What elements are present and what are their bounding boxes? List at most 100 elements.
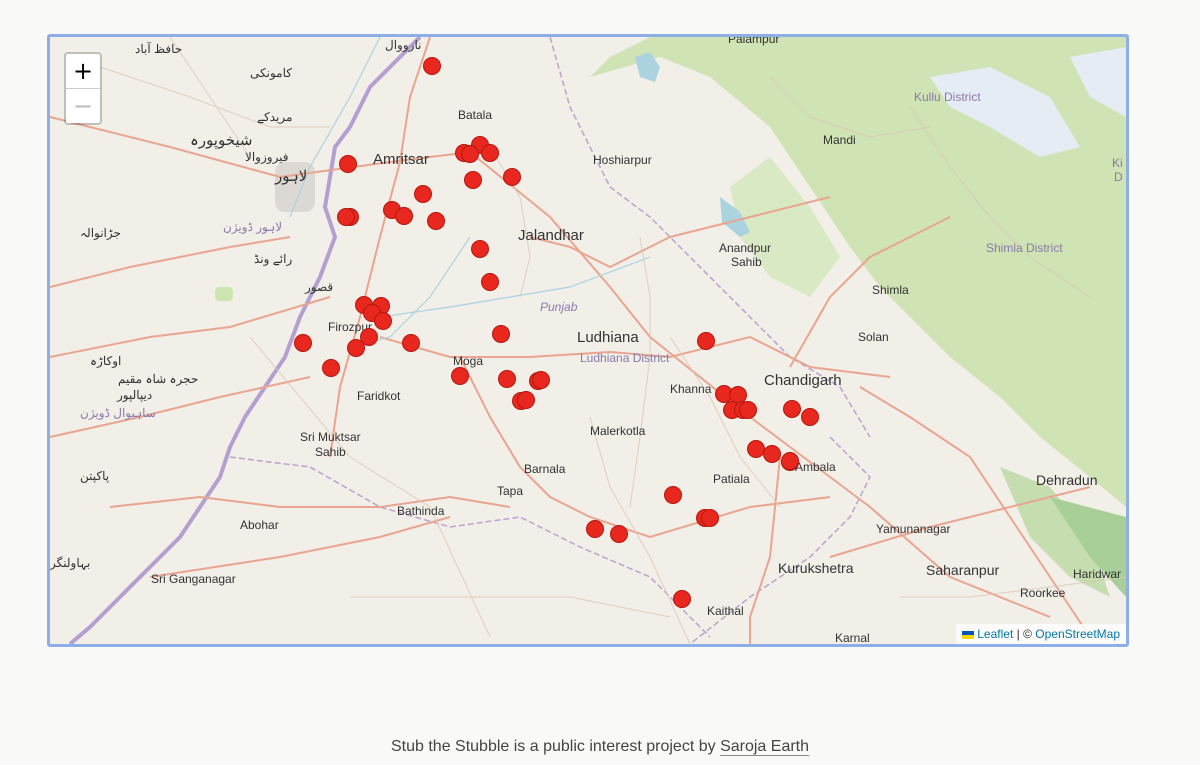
zoom-out-button[interactable]: − bbox=[66, 88, 100, 123]
label-sahiwal-division: ساہیوال ڈویژن bbox=[80, 406, 156, 420]
label-anandpur-sahib: Sahib bbox=[731, 255, 762, 269]
fire-marker[interactable] bbox=[339, 155, 357, 173]
fire-marker[interactable] bbox=[337, 208, 355, 226]
label-moga: Moga bbox=[453, 354, 483, 368]
label-jaranwala: جڑانوالہ bbox=[80, 226, 121, 240]
fire-marker[interactable] bbox=[402, 334, 420, 352]
fire-marker[interactable] bbox=[347, 339, 365, 357]
label-khanna: Khanna bbox=[670, 382, 712, 396]
fire-marker[interactable] bbox=[664, 486, 682, 504]
fire-marker[interactable] bbox=[414, 185, 432, 203]
label-dehradun: Dehradun bbox=[1036, 472, 1098, 488]
fire-marker[interactable] bbox=[701, 509, 719, 527]
fire-marker[interactable] bbox=[427, 212, 445, 230]
fire-marker[interactable] bbox=[461, 145, 479, 163]
basemap[interactable]: Amritsar Jalandhar Ludhiana Ludhiana Dis… bbox=[50, 37, 1126, 644]
label-d: D bbox=[1114, 170, 1123, 184]
fire-marker[interactable] bbox=[492, 325, 510, 343]
fire-marker[interactable] bbox=[532, 371, 550, 389]
label-barnala: Barnala bbox=[524, 462, 566, 476]
label-sahib: Sahib bbox=[315, 445, 346, 459]
label-sheikhupura: شیخوپورہ bbox=[190, 132, 252, 149]
ukraine-flag-icon bbox=[962, 630, 975, 639]
label-hoshiarpur: Hoshiarpur bbox=[593, 153, 652, 167]
label-dipalpur: دیپالپور bbox=[116, 388, 152, 402]
label-kaithal: Kaithal bbox=[707, 604, 744, 618]
label-batala: Batala bbox=[458, 108, 492, 122]
label-bahawalnagar: بہاولنگر bbox=[50, 556, 90, 570]
footer-text: Stub the Stubble is a public interest pr… bbox=[390, 738, 716, 755]
fire-marker[interactable] bbox=[697, 332, 715, 350]
attribution-copyright: © bbox=[1023, 627, 1032, 641]
zoom-control: + − bbox=[64, 52, 102, 125]
label-anandpur: Anandpur bbox=[719, 241, 771, 255]
label-ferozwala: فیروزوالا bbox=[245, 150, 289, 164]
fire-marker[interactable] bbox=[481, 273, 499, 291]
attribution: Leaflet | © OpenStreetMap bbox=[956, 624, 1126, 644]
fire-marker[interactable] bbox=[517, 391, 535, 409]
label-sri-ganganagar: Sri Ganganagar bbox=[151, 572, 236, 586]
label-palampur: Palampur bbox=[728, 37, 779, 46]
label-kasur: قصور bbox=[304, 280, 333, 294]
fire-marker[interactable] bbox=[673, 590, 691, 608]
fire-marker[interactable] bbox=[294, 334, 312, 352]
label-narowal: نارووال bbox=[385, 38, 421, 52]
label-saharanpur: Saharanpur bbox=[926, 562, 1000, 578]
map[interactable]: Amritsar Jalandhar Ludhiana Ludhiana Dis… bbox=[47, 34, 1129, 647]
fire-marker[interactable] bbox=[423, 57, 441, 75]
label-raiwind: رائے ونڈ bbox=[254, 252, 292, 266]
label-pakpattan: پاکپتن bbox=[80, 469, 109, 483]
label-mandi: Mandi bbox=[823, 133, 856, 147]
label-patiala: Patiala bbox=[713, 472, 750, 486]
label-kurukshetra: Kurukshetra bbox=[778, 560, 854, 576]
label-ambala: Ambala bbox=[795, 460, 836, 474]
osm-link[interactable]: OpenStreetMap bbox=[1035, 627, 1120, 641]
label-okara: اوکاڑہ bbox=[90, 354, 121, 368]
fire-marker[interactable] bbox=[464, 171, 482, 189]
fire-marker[interactable] bbox=[322, 359, 340, 377]
leaflet-link[interactable]: Leaflet bbox=[977, 627, 1013, 641]
label-haridwar: Haridwar bbox=[1073, 567, 1121, 581]
fire-marker[interactable] bbox=[498, 370, 516, 388]
fire-marker[interactable] bbox=[610, 525, 628, 543]
label-ludhiana: Ludhiana bbox=[577, 329, 639, 346]
fire-marker[interactable] bbox=[481, 144, 499, 162]
label-bathinda: Bathinda bbox=[397, 504, 445, 518]
label-hafizabad: حافظ آباد bbox=[135, 41, 182, 56]
label-roorkee: Roorkee bbox=[1020, 586, 1066, 600]
fire-marker[interactable] bbox=[801, 408, 819, 426]
label-punjab: Punjab bbox=[540, 300, 578, 314]
fire-marker[interactable] bbox=[729, 386, 747, 404]
fire-marker[interactable] bbox=[783, 400, 801, 418]
label-malerkotla: Malerkotla bbox=[590, 424, 646, 438]
fire-marker[interactable] bbox=[395, 207, 413, 225]
fire-marker[interactable] bbox=[374, 312, 392, 330]
footer: Stub the Stubble is a public interest pr… bbox=[0, 738, 1200, 756]
fire-marker[interactable] bbox=[739, 401, 757, 419]
label-yamunanagar: Yamunanagar bbox=[876, 522, 951, 536]
label-ludhiana-district: Ludhiana District bbox=[580, 351, 670, 365]
fire-marker[interactable] bbox=[503, 168, 521, 186]
fire-marker[interactable] bbox=[586, 520, 604, 538]
fire-marker[interactable] bbox=[763, 445, 781, 463]
rivers bbox=[289, 37, 651, 348]
label-faridkot: Faridkot bbox=[357, 389, 401, 403]
fire-markers[interactable] bbox=[294, 57, 819, 608]
saroja-earth-link[interactable]: Saroja Earth bbox=[720, 738, 809, 755]
label-solan: Solan bbox=[858, 330, 889, 344]
zoom-in-button[interactable]: + bbox=[66, 54, 100, 88]
label-shimla-district: Shimla District bbox=[986, 241, 1063, 255]
fire-marker[interactable] bbox=[781, 452, 799, 470]
attribution-separator: | bbox=[1016, 627, 1020, 641]
label-jalandhar: Jalandhar bbox=[518, 227, 584, 244]
label-lahore: لاہور bbox=[274, 168, 307, 185]
label-hujra: حجرہ شاہ مقیم bbox=[118, 372, 198, 386]
label-kullu-district: Kullu District bbox=[914, 90, 981, 104]
fire-marker[interactable] bbox=[747, 440, 765, 458]
fire-marker[interactable] bbox=[451, 367, 469, 385]
label-tapa: Tapa bbox=[497, 484, 523, 498]
fire-marker[interactable] bbox=[471, 240, 489, 258]
label-shimla: Shimla bbox=[872, 283, 909, 297]
label-abohar: Abohar bbox=[240, 518, 279, 532]
label-chandigarh: Chandigarh bbox=[764, 372, 842, 389]
